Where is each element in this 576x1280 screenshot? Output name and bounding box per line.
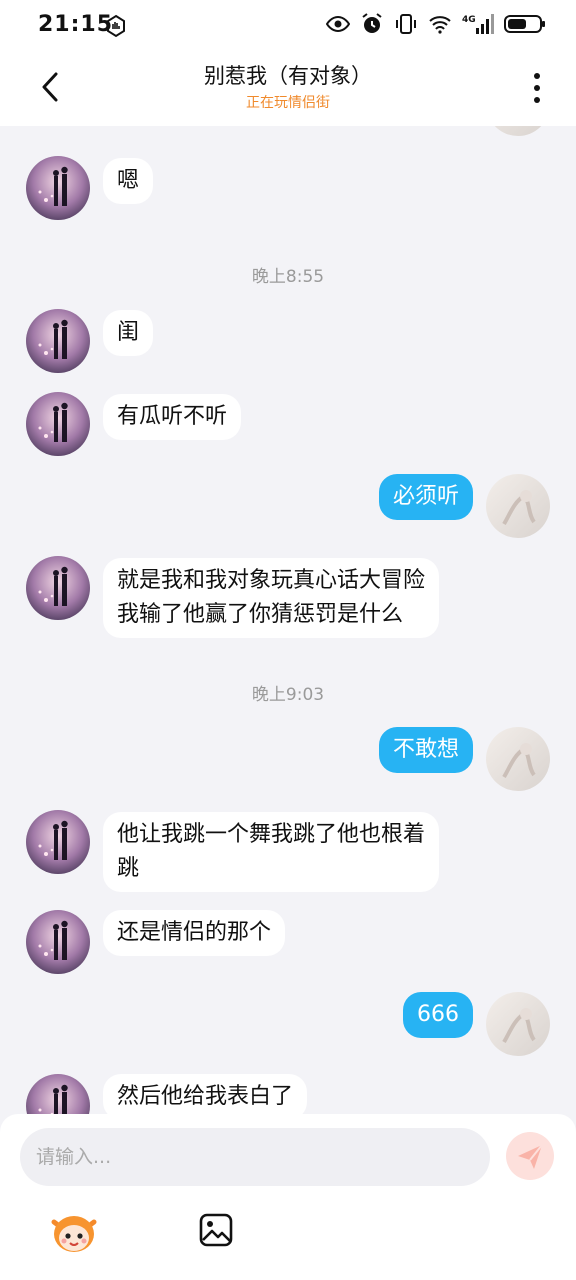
status-bar: 21:15 4G: [0, 0, 576, 54]
contact-avatar[interactable]: [26, 156, 90, 220]
contact-avatar[interactable]: [26, 392, 90, 456]
message-timestamp: 晚上8:55: [251, 267, 325, 287]
message-line: 就是我和我对象玩真心话大冒险: [117, 568, 426, 593]
contact-avatar[interactable]: [26, 910, 90, 974]
contact-avatar[interactable]: [26, 1074, 90, 1114]
outgoing-message[interactable]: 必须听: [378, 474, 473, 520]
eye-icon: [326, 15, 350, 33]
4g-signal-icon: 4G: [462, 14, 494, 34]
chat-message-list[interactable]: 嗯 晚上8:55 闺 有瓜听不听 必须听 就是我和我对象玩真心话大冒险 我输了他…: [0, 126, 576, 1114]
alarm-icon: [362, 13, 382, 33]
send-button[interactable]: [506, 1132, 554, 1180]
outgoing-message[interactable]: 666: [403, 992, 473, 1038]
incoming-message[interactable]: 他让我跳一个舞我跳了他也根着 跳: [103, 812, 440, 892]
wifi-icon: [429, 16, 451, 34]
more-options-icon[interactable]: [524, 68, 550, 108]
message-line: 我输了他赢了你猜惩罚是什么: [117, 602, 404, 627]
input-panel: 请输入...: [0, 1114, 576, 1280]
message-timestamp: 晚上9:03: [251, 685, 325, 705]
my-avatar[interactable]: [486, 474, 550, 538]
message-line: 跳: [117, 856, 140, 881]
my-avatar[interactable]: [486, 126, 550, 136]
message-input-placeholder: 请输入...: [36, 1146, 112, 1168]
contact-avatar[interactable]: [26, 309, 90, 373]
outgoing-message[interactable]: 不敢想: [378, 727, 473, 773]
my-avatar[interactable]: [486, 992, 550, 1056]
chat-header: 别惹我（有对象） 正在玩情侣街: [0, 54, 576, 126]
incoming-message[interactable]: 闺: [103, 310, 154, 356]
message-line: 他让我跳一个舞我跳了他也根着: [117, 822, 426, 847]
incoming-message[interactable]: 就是我和我对象玩真心话大冒险 我输了他赢了你猜惩罚是什么: [103, 558, 440, 638]
svg-text:4G: 4G: [462, 15, 476, 25]
image-icon[interactable]: [198, 1212, 234, 1248]
hand-icon: [107, 14, 125, 38]
contact-avatar[interactable]: [26, 810, 90, 874]
status-time: 21:15: [38, 12, 114, 37]
mascot-emoji-icon[interactable]: [48, 1208, 100, 1256]
chat-title: 别惹我（有对象）: [204, 64, 372, 88]
incoming-message[interactable]: 嗯: [103, 158, 154, 204]
incoming-message[interactable]: 然后他给我表白了: [103, 1074, 308, 1114]
incoming-message[interactable]: 还是情侣的那个: [103, 910, 286, 956]
send-icon: [518, 1144, 543, 1169]
my-avatar[interactable]: [486, 727, 550, 791]
chat-subtitle[interactable]: 正在玩情侣街: [0, 92, 576, 112]
message-input[interactable]: 请输入...: [20, 1128, 490, 1186]
vibrate-icon: [396, 14, 416, 34]
contact-avatar[interactable]: [26, 556, 90, 620]
incoming-message[interactable]: 有瓜听不听: [103, 394, 242, 440]
battery-icon: [504, 15, 545, 33]
